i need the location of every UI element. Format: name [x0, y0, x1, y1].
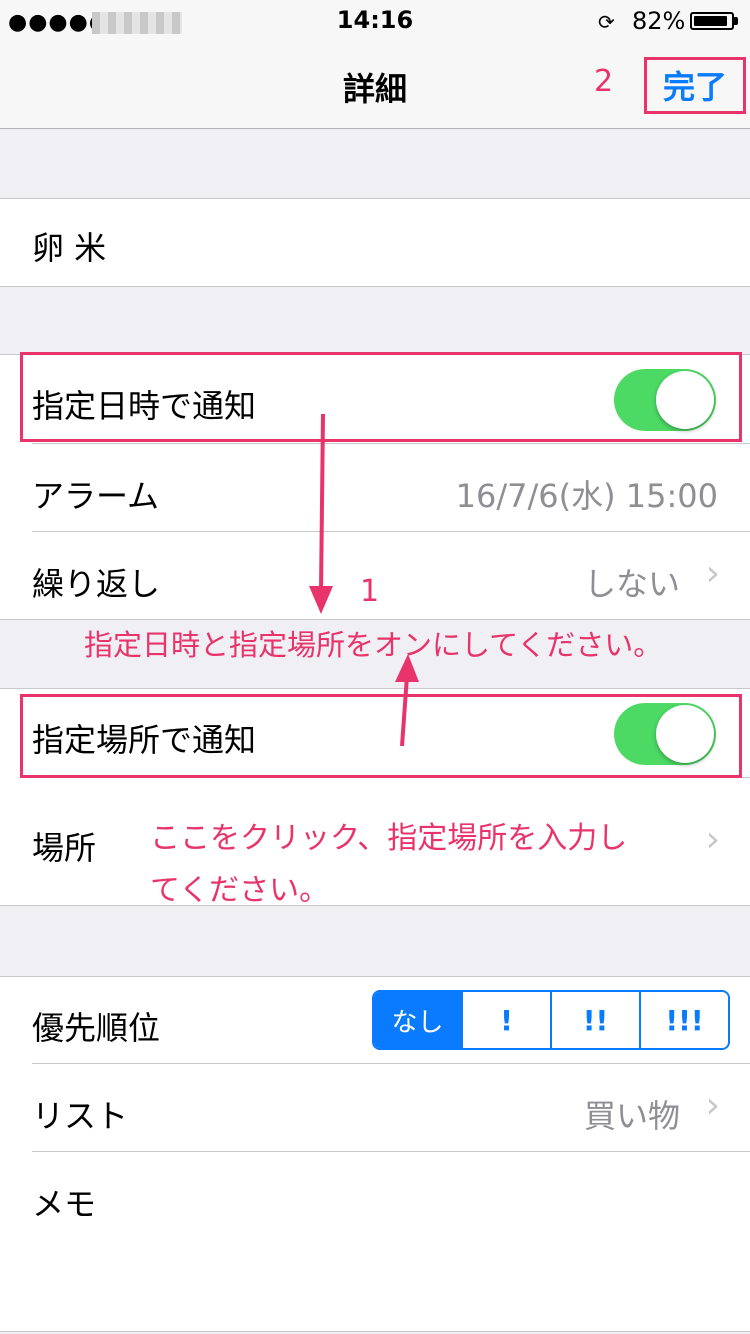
- priority-option-medium[interactable]: !!: [550, 992, 639, 1048]
- arrow-down-head: [309, 586, 333, 614]
- priority-option-high[interactable]: !!!: [639, 992, 728, 1048]
- arrow-up-head: [395, 654, 419, 682]
- arrow-up-line: [400, 675, 409, 747]
- priority-segmented-control[interactable]: なし ! !! !!!: [372, 990, 730, 1050]
- list-label: リスト: [32, 1097, 129, 1135]
- priority-option-none[interactable]: なし: [374, 992, 461, 1048]
- row-divider: [32, 1151, 750, 1152]
- memo-label: メモ: [32, 1185, 97, 1223]
- priority-label: 優先順位: [32, 1009, 161, 1047]
- chevron-right-icon: ›: [705, 1085, 720, 1126]
- arrow-down-line: [319, 413, 325, 593]
- list-value[interactable]: 買い物: [584, 1091, 680, 1137]
- priority-option-low[interactable]: !: [461, 992, 550, 1048]
- row-divider: [32, 1063, 750, 1064]
